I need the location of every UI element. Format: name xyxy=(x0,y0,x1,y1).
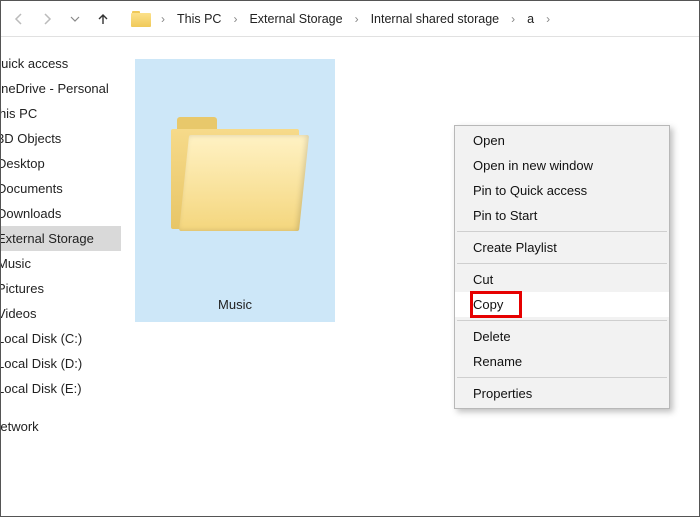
folder-label: Music xyxy=(135,291,335,322)
sidebar-item[interactable]: Local Disk (C:) xyxy=(1,326,121,351)
sidebar-item[interactable]: Quick access xyxy=(1,51,121,76)
sidebar-item[interactable]: Music xyxy=(1,251,121,276)
breadcrumb-sep[interactable]: › xyxy=(505,12,521,26)
sidebar-item[interactable]: 3D Objects xyxy=(1,126,121,151)
context-menu-separator xyxy=(457,320,667,321)
context-menu-item[interactable]: Open xyxy=(455,128,669,153)
sidebar-item[interactable]: Documents xyxy=(1,176,121,201)
breadcrumb-item[interactable]: This PC xyxy=(175,10,223,28)
context-menu-item[interactable]: Cut xyxy=(455,267,669,292)
address-toolbar: › This PC › External Storage › Internal … xyxy=(1,1,699,37)
sidebar-item[interactable]: Local Disk (D:) xyxy=(1,351,121,376)
breadcrumb-item[interactable]: External Storage xyxy=(247,10,344,28)
chevron-down-icon xyxy=(70,14,80,24)
breadcrumb-item[interactable]: Internal shared storage xyxy=(369,10,502,28)
sidebar-item[interactable]: Videos xyxy=(1,301,121,326)
folder-icon xyxy=(131,9,151,29)
context-menu-item[interactable]: Properties xyxy=(455,381,669,406)
breadcrumb-sep[interactable]: › xyxy=(227,12,243,26)
highlight-annotation xyxy=(470,291,522,318)
arrow-up-icon xyxy=(95,11,111,27)
back-button[interactable] xyxy=(7,7,31,31)
breadcrumb-sep[interactable]: › xyxy=(540,12,556,26)
forward-button[interactable] xyxy=(35,7,59,31)
sidebar-item[interactable]: OneDrive - Personal xyxy=(1,76,121,101)
sidebar-item[interactable]: Pictures xyxy=(1,276,121,301)
sidebar-item[interactable]: This PC xyxy=(1,101,121,126)
navigation-pane: Quick accessOneDrive - PersonalThis PC3D… xyxy=(1,37,121,516)
context-menu-item[interactable]: Open in new window xyxy=(455,153,669,178)
folder-item-music[interactable]: Music xyxy=(135,59,335,322)
sidebar-item[interactable]: Desktop xyxy=(1,151,121,176)
context-menu-item[interactable]: Delete xyxy=(455,324,669,349)
recent-dropdown[interactable] xyxy=(63,7,87,31)
context-menu-item[interactable]: Rename xyxy=(455,349,669,374)
folder-icon xyxy=(171,111,299,239)
up-button[interactable] xyxy=(91,7,115,31)
folder-thumbnail xyxy=(135,59,335,291)
context-menu-separator xyxy=(457,231,667,232)
sidebar-item[interactable]: Local Disk (E:) xyxy=(1,376,121,401)
sidebar-item[interactable]: Downloads xyxy=(1,201,121,226)
arrow-right-icon xyxy=(39,11,55,27)
arrow-left-icon xyxy=(11,11,27,27)
context-menu-separator xyxy=(457,377,667,378)
context-menu-item[interactable]: Pin to Start xyxy=(455,203,669,228)
breadcrumb-sep[interactable]: › xyxy=(349,12,365,26)
sidebar-item[interactable]: External Storage xyxy=(1,226,121,251)
sidebar-item[interactable]: Network xyxy=(1,414,121,439)
breadcrumb-sep[interactable]: › xyxy=(155,12,171,26)
context-menu-item[interactable]: Pin to Quick access xyxy=(455,178,669,203)
context-menu-separator xyxy=(457,263,667,264)
breadcrumb-item[interactable]: a xyxy=(525,10,536,28)
context-menu: OpenOpen in new windowPin to Quick acces… xyxy=(454,125,670,409)
context-menu-item[interactable]: Create Playlist xyxy=(455,235,669,260)
